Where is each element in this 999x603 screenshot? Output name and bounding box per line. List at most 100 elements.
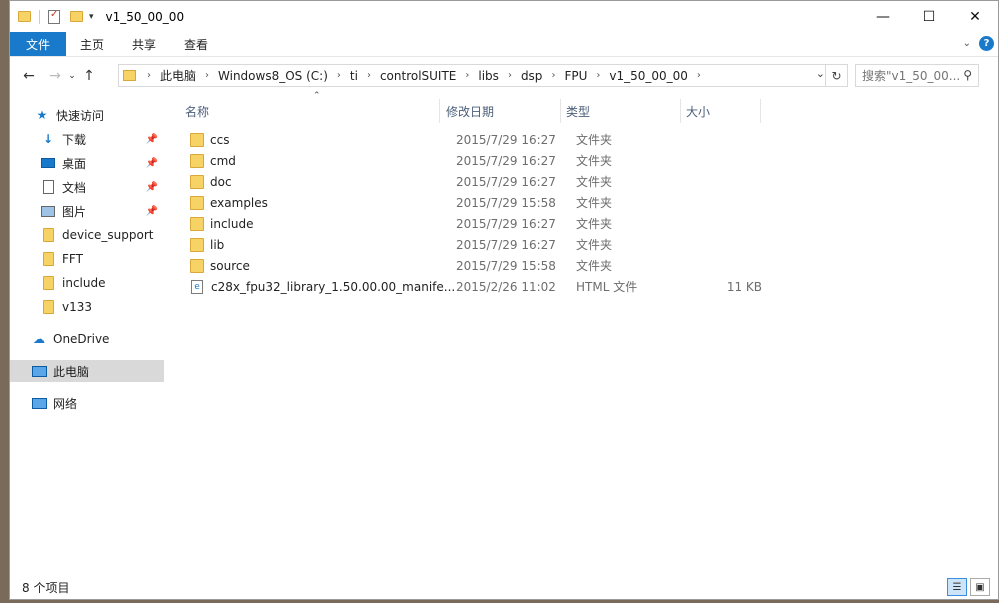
nav-item-v133[interactable]: v133 [40,296,164,318]
breadcrumb-libs[interactable]: libs [476,69,501,83]
search-icon[interactable]: ⚲ [963,68,972,82]
refresh-icon[interactable]: ↻ [825,65,847,86]
file-type: 文件夹 [576,259,613,273]
nav-item-pictures[interactable]: 图片 📌 [40,200,164,222]
back-button[interactable]: ← [18,68,40,84]
search-input[interactable] [862,68,962,83]
properties-icon[interactable] [48,9,60,24]
breadcrumb-separator[interactable]: › [140,70,158,81]
folder-icon [190,132,204,147]
window-controls: — ☐ ✕ [860,1,998,32]
breadcrumb-separator[interactable]: › [501,70,519,81]
breadcrumb-this-pc[interactable]: 此电脑 [158,67,198,84]
nav-onedrive[interactable]: ☁ OneDrive [31,328,164,350]
pin-icon[interactable]: 📌 [146,158,158,169]
file-type: 文件夹 [576,217,613,231]
pin-icon[interactable]: 📌 [146,182,158,193]
ribbon-right-controls: ⌄ ? [963,36,994,51]
column-header-name[interactable]: 名称 [180,99,440,123]
tab-share[interactable]: 共享 [118,32,170,56]
pin-icon[interactable]: 📌 [146,206,158,217]
column-header-type[interactable]: 类型 [561,99,681,123]
nav-label: 文档 [62,180,87,195]
breadcrumb-dsp[interactable]: dsp [519,69,545,83]
column-header-date[interactable]: 修改日期 [441,99,561,123]
breadcrumb-controlsuite[interactable]: controlSUITE [378,69,458,83]
breadcrumb-separator[interactable]: › [198,70,216,81]
nav-item-desktop[interactable]: 桌面 📌 [40,152,164,174]
breadcrumb-drive[interactable]: Windows8_OS (C:) [216,69,330,83]
file-list: ⌃ 名称 修改日期 类型 大小 ccs 2015/7/29 16:27 文件夹 … [175,91,985,569]
nav-item-device-support[interactable]: device_support [40,224,164,246]
nav-network[interactable]: 网络 [31,392,164,414]
file-size [696,234,762,255]
details-view-icon[interactable]: ☰ [947,578,967,596]
help-icon[interactable]: ? [979,36,994,51]
new-folder-icon[interactable] [70,11,83,22]
breadcrumb-current[interactable]: v1_50_00_00 [607,69,690,83]
folder-icon[interactable] [18,11,31,22]
file-type: 文件夹 [576,154,613,168]
table-row[interactable]: source 2015/7/29 15:58 文件夹 [190,255,790,276]
nav-item-downloads[interactable]: ↓ 下载 📌 [40,128,164,150]
file-name: cmd [210,153,236,168]
nav-label: FFT [62,252,83,266]
nav-label: 桌面 [62,156,87,171]
customize-toolbar-dropdown-icon[interactable]: ▾ [89,12,94,22]
computer-icon [31,364,47,378]
search-box[interactable]: ⚲ [855,64,979,87]
file-date: 2015/7/29 16:27 [456,237,556,252]
file-name: source [210,258,250,273]
expand-ribbon-chevron-icon[interactable]: ⌄ [963,38,971,49]
nav-item-fft[interactable]: FFT [40,248,164,270]
folder-icon [190,216,204,231]
table-row[interactable]: e c28x_fpu32_library_1.50.00.00_manife...… [190,276,790,297]
tab-home[interactable]: 主页 [66,32,118,56]
file-name: doc [210,174,232,189]
folder-icon [40,252,56,266]
nav-label: include [62,276,106,290]
up-button[interactable]: ↑ [78,68,100,84]
folder-icon [40,276,56,290]
nav-item-include[interactable]: include [40,272,164,294]
status-bar: 8 个项目 ☰ ▣ [10,575,998,599]
folder-icon [190,195,204,210]
close-button[interactable]: ✕ [952,1,998,32]
recent-locations-dropdown[interactable]: ⌄ [66,71,78,81]
table-row[interactable]: doc 2015/7/29 16:27 文件夹 [190,171,790,192]
breadcrumb-separator[interactable]: › [360,70,378,81]
nav-this-pc[interactable]: 此电脑 [10,360,164,382]
table-row[interactable]: ccs 2015/7/29 16:27 文件夹 [190,129,790,150]
table-row[interactable]: cmd 2015/7/29 16:27 文件夹 [190,150,790,171]
tab-view[interactable]: 查看 [170,32,222,56]
folder-icon [190,237,204,252]
desktop-icon [40,156,56,170]
table-row[interactable]: lib 2015/7/29 16:27 文件夹 [190,234,790,255]
table-row[interactable]: include 2015/7/29 16:27 文件夹 [190,213,790,234]
breadcrumb-fpu[interactable]: FPU [562,69,589,83]
address-dropdown-chevron-icon[interactable]: ⌄ [816,67,825,80]
file-date: 2015/7/29 16:27 [456,216,556,231]
folder-icon [40,300,56,314]
large-icons-view-icon[interactable]: ▣ [970,578,990,596]
column-header-size[interactable]: 大小 [681,99,761,123]
file-size [696,171,762,192]
table-row[interactable]: examples 2015/7/29 15:58 文件夹 [190,192,790,213]
nav-quick-access[interactable]: ★ 快速访问 [34,104,164,126]
breadcrumb-separator[interactable]: › [330,70,348,81]
tab-file[interactable]: 文件 [10,32,67,56]
pin-icon[interactable]: 📌 [146,134,158,145]
nav-item-documents[interactable]: 文档 📌 [40,176,164,198]
breadcrumb-ti[interactable]: ti [348,69,360,83]
file-size [696,255,762,276]
forward-button[interactable]: → [44,68,66,84]
breadcrumb-separator[interactable]: › [458,70,476,81]
address-bar[interactable]: › 此电脑 › Windows8_OS (C:) › ti › controlS… [118,64,848,87]
breadcrumb-separator[interactable]: › [690,70,708,81]
minimize-button[interactable]: — [860,1,906,32]
maximize-button[interactable]: ☐ [906,1,952,32]
breadcrumb-separator[interactable]: › [589,70,607,81]
breadcrumb-separator[interactable]: › [544,70,562,81]
folder-icon [40,228,56,242]
quick-access-toolbar: ▾ [18,9,94,24]
